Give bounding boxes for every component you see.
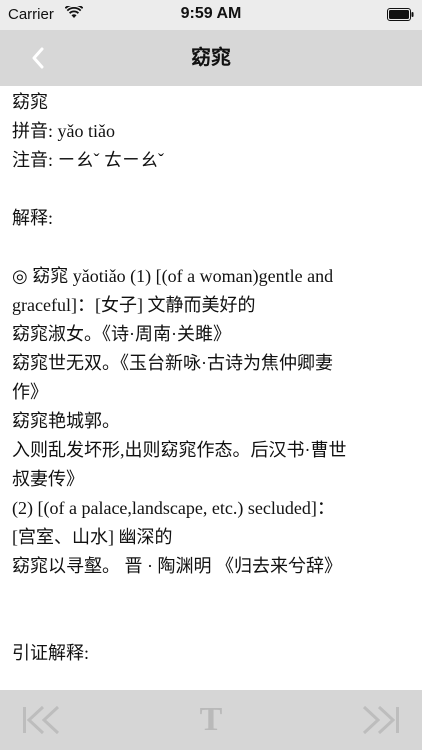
text-line: ◎ 窈窕 yǎotiǎo (1) [(of a woman)gentle and [12, 266, 334, 286]
text-line: (2) [(of a palace,landscape, etc.) seclu… [12, 498, 335, 518]
text-line: 窈窕淑女。《诗·周南·关雎》 [12, 324, 231, 344]
page-title: 窈窕 [191, 47, 231, 69]
chevron-left-icon [32, 47, 44, 69]
skip-forward-icon[interactable] [358, 704, 402, 736]
text-line: 拼音: yǎo tiǎo [12, 121, 115, 141]
definition-content[interactable]: 窈窕 拼音: yǎo tiǎo 注音: ㄧㄠˇ ㄊㄧㄠˇ 解释: ◎ 窈窕 yǎ… [12, 88, 414, 690]
text-line: graceful]：[女子] 文静而美好的 [12, 295, 256, 315]
bottom-toolbar: T [0, 690, 422, 750]
text-line: 窈窕以寻壑。 晋 · 陶渊明 《归去来兮辞》 [12, 556, 342, 576]
navigation-bar: 窈窕 [0, 30, 422, 86]
text-line: [宫室、山水] 幽深的 [12, 527, 173, 547]
text-line: 引证解释: [12, 643, 90, 663]
text-line: 入则乱发坏形,出则窈窕作态。后汉书·曹世 [12, 440, 347, 460]
text-line: 叔妻传》 [12, 469, 84, 489]
battery-icon [387, 8, 414, 21]
skip-back-icon[interactable] [20, 704, 64, 736]
font-size-button[interactable]: T [194, 700, 228, 740]
text-line: 窈窕艳城郭。 [12, 411, 120, 431]
status-bar: Carrier 9:59 AM [0, 0, 422, 30]
back-button[interactable] [22, 42, 54, 74]
status-time: 9:59 AM [180, 5, 242, 22]
text-line: 窈窕世无双。《玉台新咏·古诗为焦仲卿妻 [12, 353, 333, 373]
text-line: 解释: [12, 208, 54, 228]
text-line: 注音: ㄧㄠˇ ㄊㄧㄠˇ [12, 150, 164, 170]
text-line: 作》 [12, 382, 48, 402]
text-line: 窈窕 [12, 92, 48, 112]
